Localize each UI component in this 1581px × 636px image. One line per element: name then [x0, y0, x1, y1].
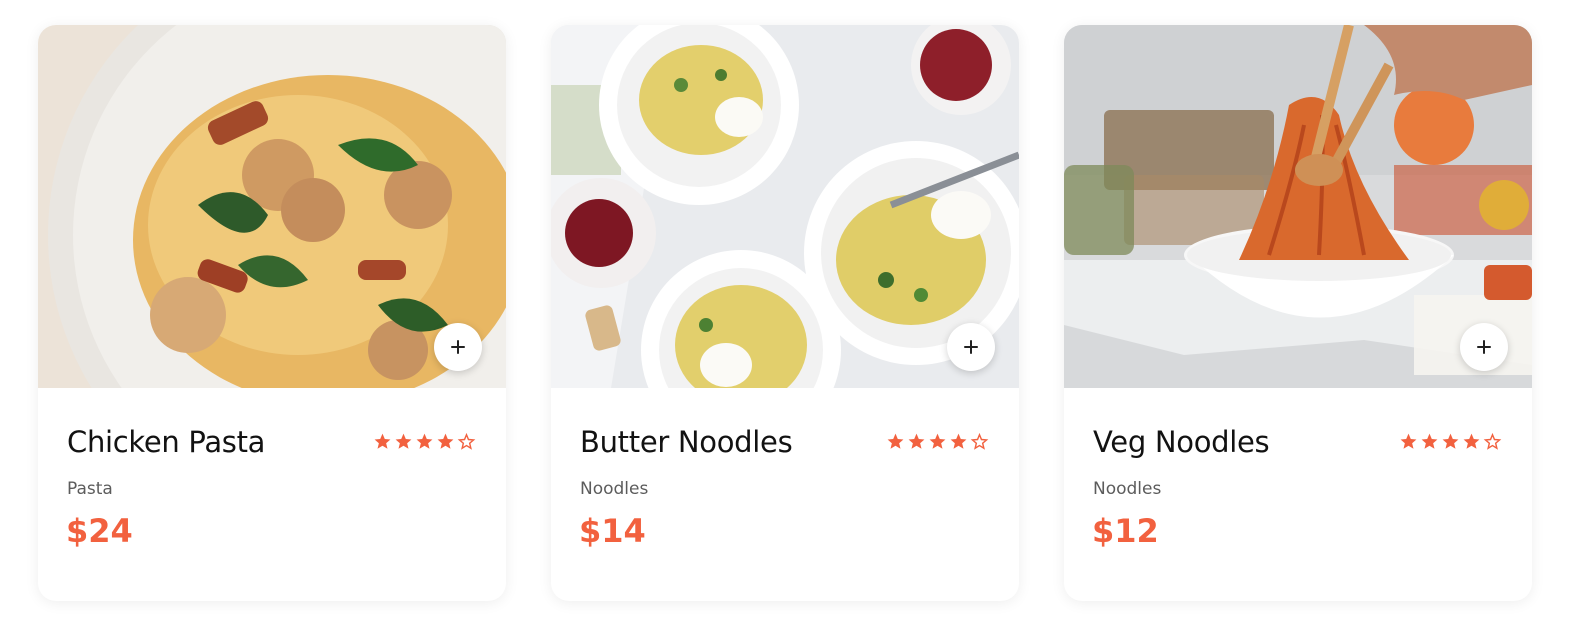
product-card[interactable]: Butter Noodles Noodles $14 [551, 25, 1019, 601]
star-filled-icon [374, 433, 391, 449]
add-to-cart-button[interactable] [434, 323, 482, 371]
rating-stars [886, 432, 989, 451]
plus-icon [963, 339, 979, 355]
product-name: Chicken Pasta [67, 425, 266, 459]
star-outline-icon [970, 432, 989, 450]
star-filled-icon [1442, 433, 1459, 449]
product-grid: Chicken Pasta Pasta $24 Butter Noodles N… [38, 25, 1532, 601]
product-price: $14 [579, 512, 646, 550]
star-filled-icon [1463, 433, 1480, 449]
star-outline-icon [1483, 432, 1502, 450]
star-filled-icon [887, 433, 904, 449]
product-name: Veg Noodles [1093, 425, 1270, 459]
product-price: $24 [66, 512, 133, 550]
rating-stars [1399, 432, 1502, 451]
star-filled-icon [950, 433, 967, 449]
star-filled-icon [929, 433, 946, 449]
product-image[interactable] [551, 25, 1019, 388]
star-filled-icon [1400, 433, 1417, 449]
product-name: Butter Noodles [580, 425, 793, 459]
product-card[interactable]: Chicken Pasta Pasta $24 [38, 25, 506, 601]
star-filled-icon [908, 433, 925, 449]
product-image[interactable] [38, 25, 506, 388]
product-category: Noodles [1093, 479, 1162, 499]
star-filled-icon [437, 433, 454, 449]
product-category: Pasta [67, 479, 113, 499]
star-outline-icon [457, 432, 476, 450]
star-filled-icon [395, 433, 412, 449]
product-card[interactable]: Veg Noodles Noodles $12 [1064, 25, 1532, 601]
plus-icon [1476, 339, 1492, 355]
product-image[interactable] [1064, 25, 1532, 388]
product-category: Noodles [580, 479, 649, 499]
star-filled-icon [416, 433, 433, 449]
plus-icon [450, 339, 466, 355]
add-to-cart-button[interactable] [1460, 323, 1508, 371]
rating-stars [373, 432, 476, 451]
add-to-cart-button[interactable] [947, 323, 995, 371]
product-price: $12 [1092, 512, 1159, 550]
star-filled-icon [1421, 433, 1438, 449]
